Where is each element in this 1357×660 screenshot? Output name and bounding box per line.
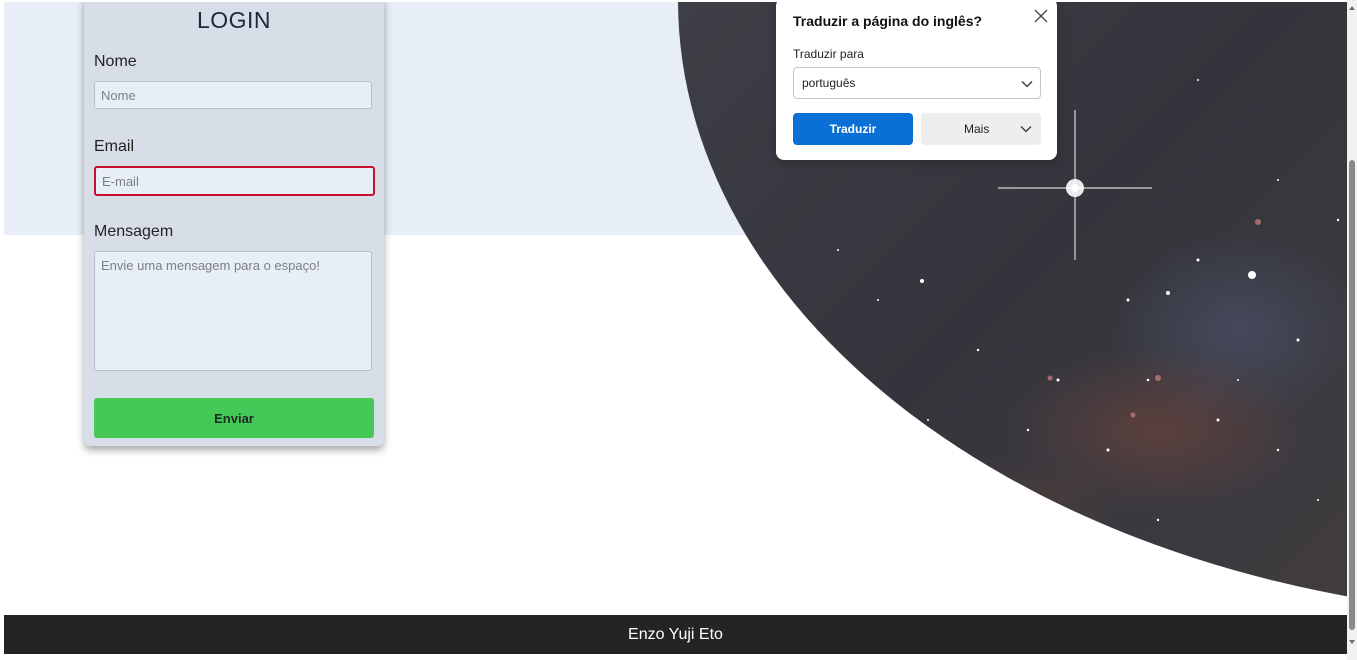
page: LOGIN Nome Email Mensagem Enviar Traduzi…: [4, 2, 1347, 654]
message-textarea[interactable]: [94, 251, 372, 371]
target-language-label: Traduzir para: [793, 47, 864, 61]
chevron-down-icon: [1020, 126, 1032, 133]
send-button[interactable]: Enviar: [94, 398, 374, 438]
language-select-value: português: [802, 76, 856, 90]
footer-author: Enzo Yuji Eto: [628, 625, 723, 643]
scroll-thumb[interactable]: [1349, 160, 1355, 630]
scroll-up-icon[interactable]: [1348, 4, 1356, 12]
chevron-down-icon: [1021, 81, 1033, 88]
more-button-label: Mais: [964, 122, 990, 136]
scrollbar[interactable]: [1347, 0, 1357, 660]
message-label: Mensagem: [94, 223, 174, 240]
scroll-down-icon[interactable]: [1348, 638, 1356, 646]
translate-popup-title: Traduzir a página do inglês?: [793, 13, 983, 29]
translate-button[interactable]: Traduzir: [793, 113, 913, 145]
login-title: LOGIN: [196, 7, 272, 33]
email-label: Email: [94, 138, 135, 155]
login-card: LOGIN Nome Email Mensagem Enviar: [84, 2, 384, 446]
footer: Enzo Yuji Eto: [4, 615, 1347, 654]
name-input[interactable]: [94, 81, 372, 109]
language-select[interactable]: português: [793, 67, 1041, 99]
name-label: Nome: [94, 53, 137, 70]
email-input[interactable]: [94, 166, 375, 196]
close-icon[interactable]: [1031, 6, 1051, 26]
translate-popup: Traduzir a página do inglês? Traduzir pa…: [776, 2, 1057, 160]
more-button[interactable]: Mais: [921, 113, 1041, 145]
